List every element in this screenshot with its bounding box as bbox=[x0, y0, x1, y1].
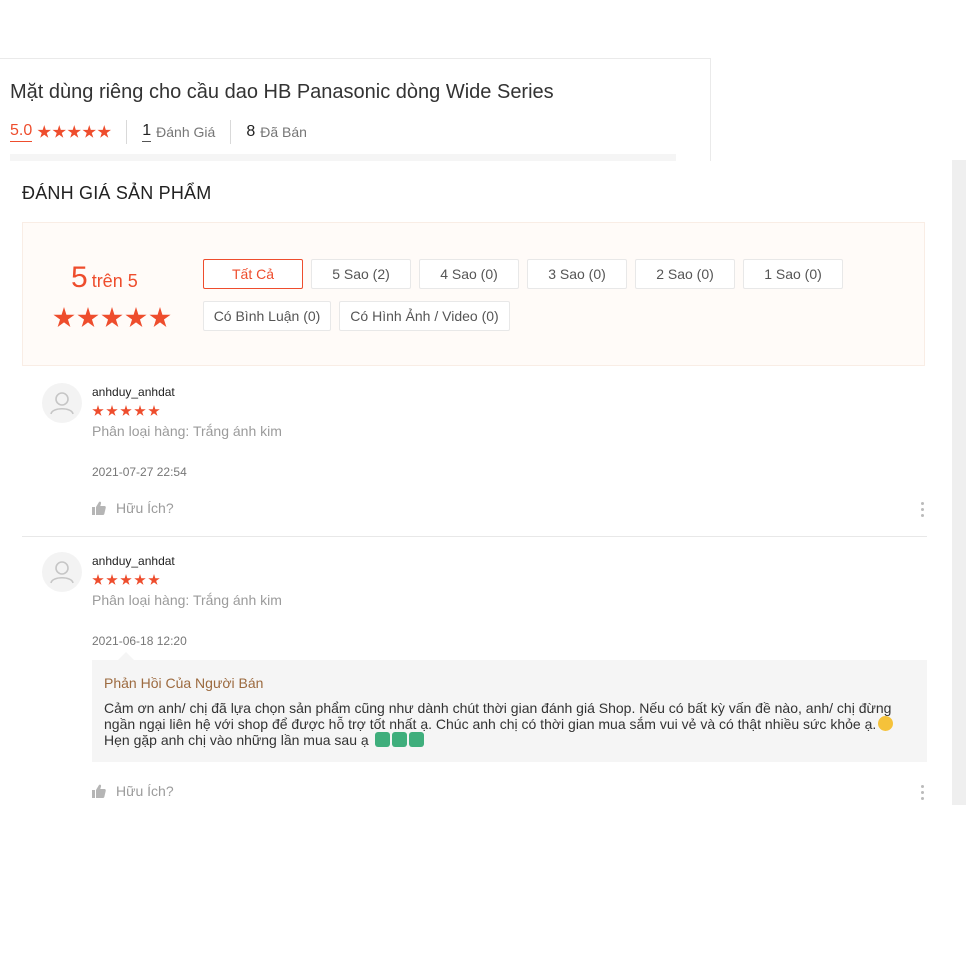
star-icon bbox=[148, 405, 160, 416]
filter-4-star-button[interactable]: 4 Sao (0) bbox=[419, 259, 519, 289]
star-icon bbox=[77, 307, 99, 328]
more-vertical-icon[interactable] bbox=[919, 785, 925, 800]
sold-count: 8 bbox=[246, 123, 256, 140]
star-icon bbox=[53, 307, 75, 328]
star-icon bbox=[92, 405, 104, 416]
star-icon bbox=[52, 125, 66, 138]
more-vertical-icon[interactable] bbox=[919, 502, 925, 517]
review-variant: Phân loại hàng: Trắng ánh kim bbox=[92, 592, 282, 608]
person-raising-hand-emoji-icon bbox=[391, 732, 407, 747]
page-side-gutter bbox=[952, 160, 966, 805]
star-icon bbox=[120, 574, 132, 585]
overview-stars bbox=[53, 307, 171, 329]
person-raising-hand-emoji-icon bbox=[374, 732, 390, 747]
helpful-button[interactable]: Hữu Ích? bbox=[92, 783, 174, 799]
seller-reply-title: Phản Hồi Của Người Bán bbox=[104, 675, 264, 691]
star-icon bbox=[134, 574, 146, 585]
happy-face-emoji-icon bbox=[878, 716, 894, 731]
overview-score-value: 5 bbox=[71, 261, 88, 294]
star-icon bbox=[106, 405, 118, 416]
star-icon bbox=[82, 125, 96, 138]
filter-2-star-button[interactable]: 2 Sao (0) bbox=[635, 259, 735, 289]
overview-score: 5 trên 5 bbox=[71, 261, 138, 295]
helpful-label: Hữu Ích? bbox=[116, 500, 174, 516]
review-date: 2021-06-18 12:20 bbox=[92, 634, 187, 648]
filter-with-comment-button[interactable]: Có Bình Luận (0) bbox=[203, 301, 331, 331]
star-icon bbox=[37, 125, 51, 138]
star-icon bbox=[106, 574, 118, 585]
helpful-button[interactable]: Hữu Ích? bbox=[92, 500, 174, 516]
card-bottom-strip bbox=[10, 154, 676, 161]
seller-reply-closing: Hẹn gặp anh chị vào những lần mua sau ạ bbox=[104, 732, 369, 748]
product-title: Mặt dùng riêng cho cầu dao HB Panasonic … bbox=[10, 81, 554, 103]
seller-reply: Phản Hồi Của Người Bán Cảm ơn anh/ chị đ… bbox=[92, 652, 927, 762]
ratings-section-heading: ĐÁNH GIÁ SẢN PHẨM bbox=[22, 183, 212, 203]
review-stars bbox=[92, 574, 160, 586]
seller-reply-body: Cảm ơn anh/ chị đã lựa chọn sản phẩm cũn… bbox=[104, 700, 892, 732]
product-summary-card: Mặt dùng riêng cho cầu dao HB Panasonic … bbox=[0, 58, 711, 161]
star-icon bbox=[101, 307, 123, 328]
product-rating-value[interactable]: 5.0 bbox=[10, 122, 33, 142]
filter-all-button[interactable]: Tất Cả bbox=[203, 259, 303, 289]
review-username[interactable]: anhduy_anhdat bbox=[92, 554, 175, 568]
divider bbox=[126, 120, 128, 144]
thumbs-up-icon bbox=[92, 501, 106, 515]
review-date: 2021-07-27 22:54 bbox=[92, 465, 187, 479]
rating-overview-panel: 5 trên 5 Tất Cả 5 Sao (2) 4 Sao (0) 3 Sao… bbox=[22, 222, 925, 366]
review-item: anhduy_anhdat Phân loại hàng: Trắng ánh … bbox=[22, 383, 927, 537]
star-icon bbox=[149, 307, 171, 328]
star-icon bbox=[97, 125, 111, 138]
review-variant: Phân loại hàng: Trắng ánh kim bbox=[92, 423, 282, 439]
filter-5-star-button[interactable]: 5 Sao (2) bbox=[311, 259, 411, 289]
star-icon bbox=[92, 574, 104, 585]
star-icon bbox=[148, 574, 160, 585]
person-raising-hand-emoji-icon bbox=[408, 732, 424, 747]
review-count[interactable]: 1 bbox=[142, 122, 152, 142]
sold-count-label: Đã Bán bbox=[260, 124, 307, 140]
filter-3-star-button[interactable]: 3 Sao (0) bbox=[527, 259, 627, 289]
review-count-label: Đánh Giá bbox=[156, 124, 216, 140]
star-icon bbox=[120, 405, 132, 416]
filter-with-media-button[interactable]: Có Hình Ảnh / Video (0) bbox=[339, 301, 510, 331]
review-stars bbox=[92, 405, 160, 417]
thumbs-up-icon bbox=[92, 784, 106, 798]
star-icon bbox=[125, 307, 147, 328]
review-item: anhduy_anhdat Phân loại hàng: Trắng ánh … bbox=[22, 552, 927, 802]
filter-1-star-button[interactable]: 1 Sao (0) bbox=[743, 259, 843, 289]
product-rating-stars bbox=[37, 125, 111, 139]
helpful-label: Hữu Ích? bbox=[116, 783, 174, 799]
user-avatar-icon[interactable] bbox=[42, 552, 82, 592]
seller-reply-text: Cảm ơn anh/ chị đã lựa chọn sản phẩm cũn… bbox=[104, 700, 904, 748]
star-icon bbox=[67, 125, 81, 138]
star-icon bbox=[134, 405, 146, 416]
overview-score-suffix: trên 5 bbox=[91, 271, 138, 291]
divider bbox=[230, 120, 232, 144]
review-username[interactable]: anhduy_anhdat bbox=[92, 385, 175, 399]
user-avatar-icon[interactable] bbox=[42, 383, 82, 423]
product-meta-row: 5.0 1 Đánh Giá 8 Đã Bán bbox=[10, 120, 307, 144]
